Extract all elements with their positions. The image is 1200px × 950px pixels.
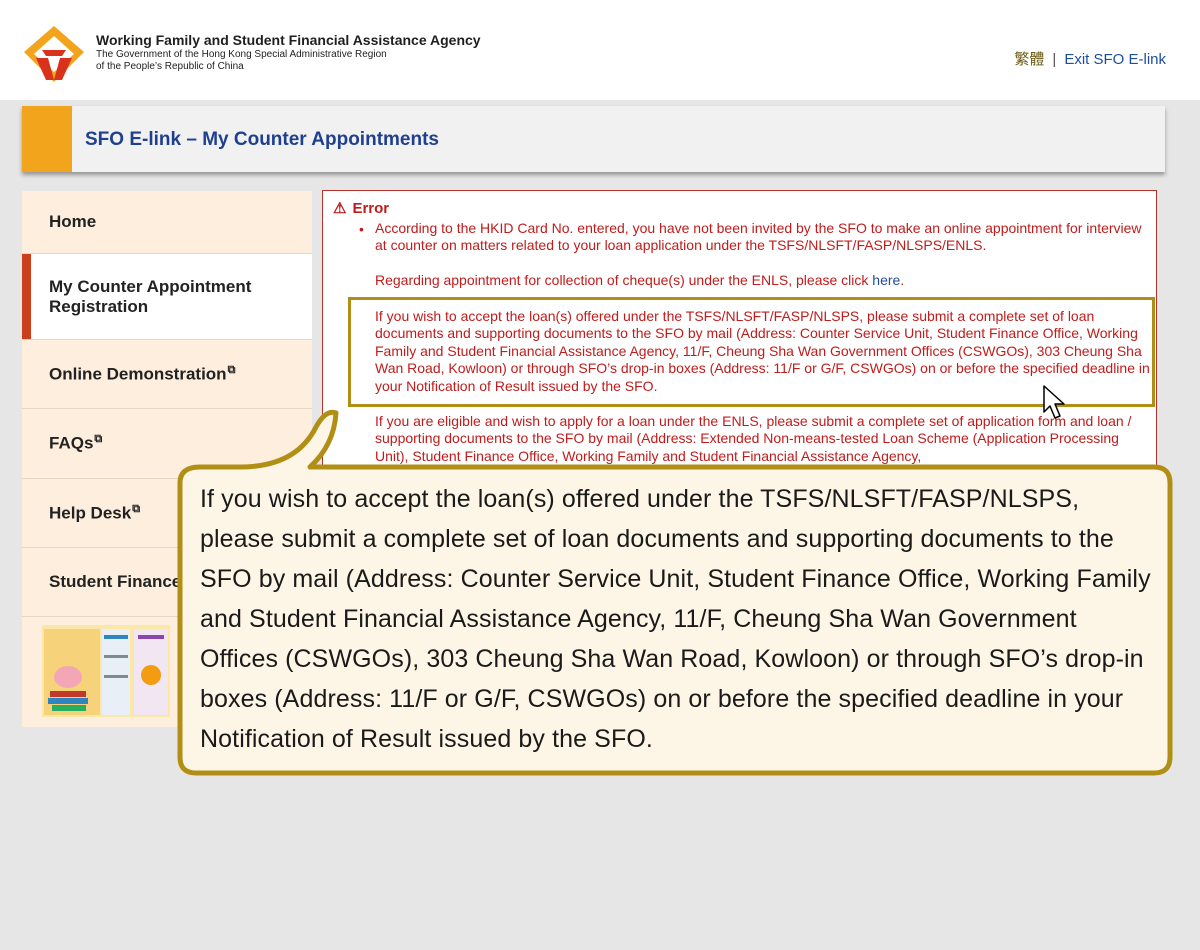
sidebar-item-label: Home	[49, 212, 97, 231]
agency-subtitle-line-1: The Government of the Hong Kong Special …	[96, 49, 387, 60]
external-link-icon: ⧉	[132, 503, 141, 515]
exit-link[interactable]: Exit SFO E-link	[1064, 51, 1166, 68]
error-message: According to the HKID Card No. entered, …	[375, 220, 1142, 254]
cheque-appointment-message: Regarding appointment for collection of …	[375, 272, 1150, 289]
callout-text: If you wish to accept the loan(s) offere…	[200, 485, 1151, 753]
warning-icon: ⚠	[333, 200, 347, 217]
sidebar-item-counter-appointment-registration[interactable]: My Counter Appointment Registration	[22, 254, 312, 340]
external-link-icon: ⧉	[94, 433, 103, 445]
sidebar-item-label: FAQs	[49, 433, 94, 453]
error-title: Error	[352, 200, 390, 217]
sidebar-item-label: My Counter Appointment Registration	[49, 277, 252, 316]
sidebar-item-label: Help Desk	[49, 503, 132, 523]
site-header: Working Family and Student Financial Ass…	[0, 0, 1200, 100]
sidebar-item-online-demonstration[interactable]: Online Demonstration⧉	[22, 340, 312, 409]
external-link-icon: ⧉	[227, 364, 236, 376]
agency-subtitle: The Government of the Hong Kong Special …	[96, 49, 387, 73]
highlight-box	[348, 297, 1155, 407]
top-links: 繁體 | Exit SFO E-link	[1014, 48, 1166, 69]
sentence-end: .	[900, 272, 905, 288]
cheque-appointment-text: Regarding appointment for collection of …	[375, 272, 869, 288]
agency-subtitle-line-2: of the People’s Republic of China	[96, 61, 244, 72]
language-link[interactable]: 繁體	[1014, 51, 1044, 68]
page-title-bar: SFO E-link – My Counter Appointments	[22, 106, 1165, 172]
bullet-icon: •	[359, 221, 364, 237]
title-accent	[22, 106, 72, 172]
sidebar-item-home[interactable]: Home	[22, 191, 312, 254]
agency-logo[interactable]	[22, 24, 86, 84]
promo-banner-image[interactable]	[42, 625, 170, 717]
error-heading: ⚠ Error	[333, 200, 389, 217]
link-separator: |	[1052, 51, 1057, 68]
sidebar-item-label: Online Demonstration	[49, 364, 227, 384]
sidebar-item-label: Student Finance	[49, 572, 182, 591]
page-title: SFO E-link – My Counter Appointments	[85, 129, 439, 150]
agency-name: Working Family and Student Financial Ass…	[96, 32, 481, 48]
here-link[interactable]: here	[872, 272, 900, 288]
